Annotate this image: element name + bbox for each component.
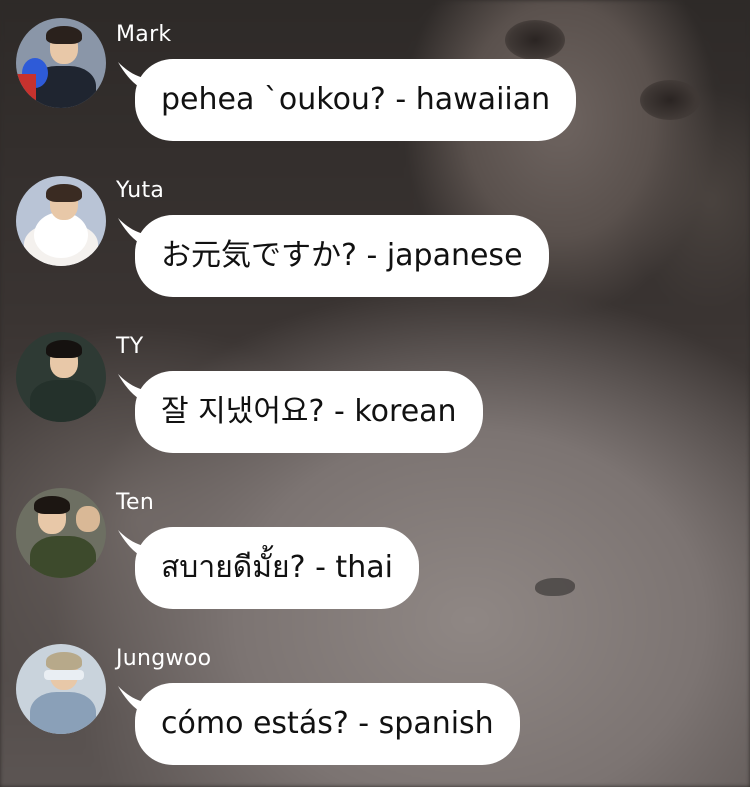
message-bubble[interactable]: cómo estás? - spanish [135,683,520,765]
chat-screen: Mark pehea `oukou? - hawaiian Yuta お元気です… [0,0,750,787]
message-bubble[interactable]: 잘 지냈어요? - korean [135,371,483,453]
sender-name: Ten [116,490,155,515]
sender-name: Jungwoo [116,646,212,671]
avatar[interactable] [16,332,106,422]
sender-name: Yuta [116,178,165,203]
avatar[interactable] [16,488,106,578]
message-bubble[interactable]: สบายดีมั้ย? - thai [135,527,419,609]
sender-name: TY [116,334,144,359]
avatar[interactable] [16,644,106,734]
background-logo [535,578,575,596]
sender-name: Mark [116,22,172,47]
avatar[interactable] [16,176,106,266]
message-bubble[interactable]: お元気ですか? - japanese [135,215,549,297]
message-bubble[interactable]: pehea `oukou? - hawaiian [135,59,577,141]
background-detail [505,20,565,60]
avatar[interactable] [16,18,106,108]
background-detail [640,80,700,120]
